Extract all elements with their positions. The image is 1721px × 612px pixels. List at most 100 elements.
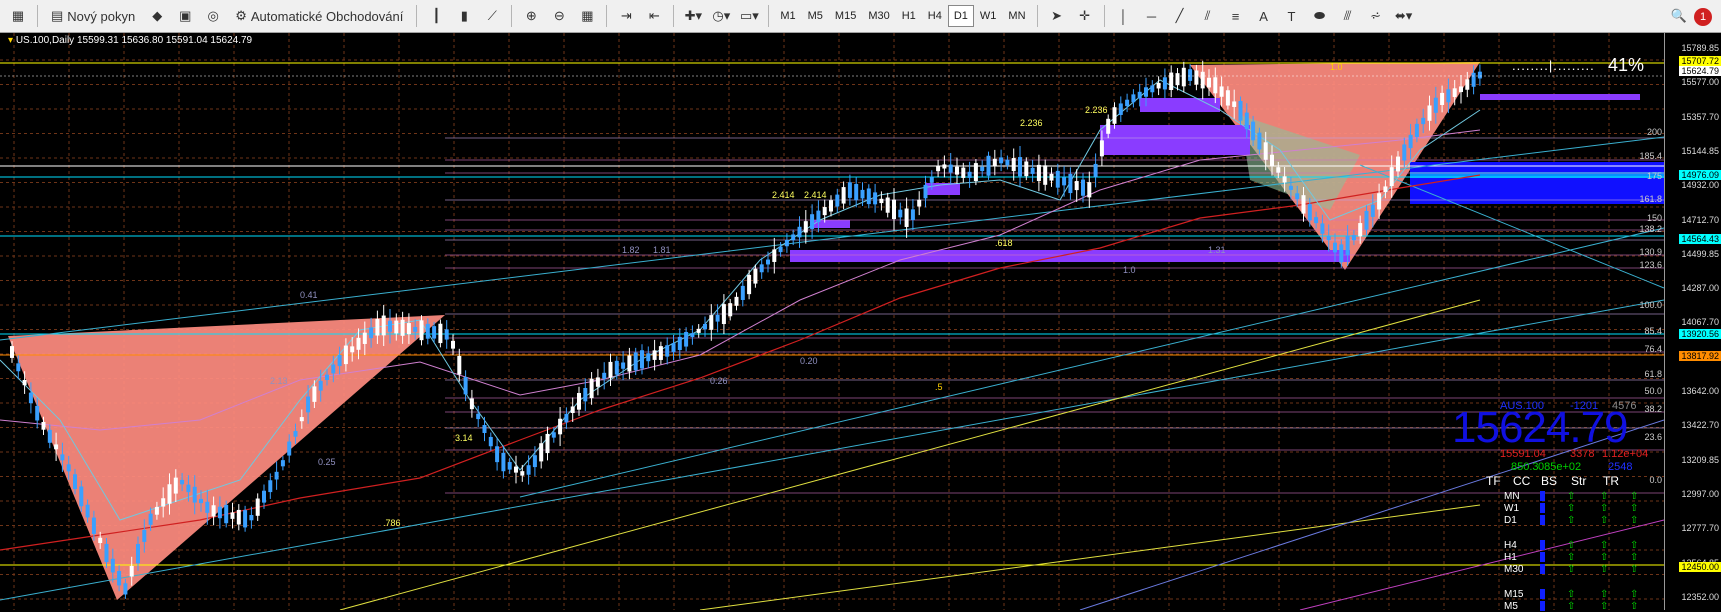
bar-chart-icon[interactable]: ┃ [424,4,448,28]
zoom-in-icon[interactable]: ⊕ [519,4,543,28]
timeframe-h4[interactable]: H4 [922,5,948,27]
pattern-label: 2.236 [1085,105,1108,115]
candle-body [1024,161,1029,177]
up-arrow-icon: ⇧ [1567,552,1576,563]
price-axis[interactable]: 15789.85 15577.00 15357.70 15144.85 14932.00… [1664,33,1721,610]
candle-body [1011,158,1016,172]
timeframe-m30[interactable]: M30 [862,5,895,27]
candle-body [507,462,512,470]
candle-body [318,380,323,391]
candle-body [1043,165,1048,185]
header-cc: CC [1513,474,1531,488]
timeframe-w1[interactable]: W1 [974,5,1003,27]
tile-windows-icon[interactable]: ▦ [575,4,599,28]
price-label: 14932.00 [1681,180,1719,191]
cursor-icon[interactable]: ➤ [1045,4,1069,28]
candle-body [438,323,443,344]
periods-icon[interactable]: ◷▾ [709,4,733,28]
timeframe-m1[interactable]: M1 [774,5,801,27]
price-label: 12777.70 [1681,523,1719,534]
line-chart-icon[interactable]: ⟋ [480,4,504,28]
bs-signal-square [1540,491,1545,501]
autoscroll-icon[interactable]: ⇥ [614,4,638,28]
templates-icon[interactable]: ▭▾ [737,4,761,28]
autotrading-button[interactable]: ⚙ Automatické Obchodování [229,4,409,28]
pattern-label: 1.81 [653,245,671,255]
indicators-icon[interactable]: ✚▾ [681,4,705,28]
candle-body [873,192,878,205]
candle-body [633,352,638,371]
ellipse-icon[interactable]: ⬬ [1308,4,1332,28]
candle-body [621,362,626,369]
candle-body [1339,244,1344,263]
candle-body [10,346,14,358]
candle-body [381,315,386,336]
trendline-icon[interactable]: ╱ [1168,4,1192,28]
pattern-label: 1.0 [1123,265,1136,275]
text-icon[interactable]: A [1252,4,1276,28]
new-chart-icon[interactable]: ▦ [6,4,30,28]
candle-body [1446,89,1451,103]
price-label: 14499.85 [1681,248,1719,259]
arrows-icon[interactable]: ⬌▾ [1392,4,1416,28]
pattern-label: .618 [995,238,1013,248]
vertical-line-icon[interactable]: │ [1112,4,1136,28]
candle-body [312,386,317,402]
timeframe-h1[interactable]: H1 [896,5,922,27]
candle-body [1207,77,1211,88]
candle-body [866,188,871,205]
metaeditor-icon[interactable]: ◆ [145,4,169,28]
timeframe-d1[interactable]: D1 [947,5,974,27]
fib-expansion-icon[interactable]: ⩫ [1364,4,1388,28]
candle-body [803,221,808,233]
text-label-icon[interactable]: T [1280,4,1304,28]
chart-shift-icon[interactable]: ⇤ [642,4,666,28]
fib-fan-icon[interactable]: ⫻ [1336,4,1360,28]
notifications-button[interactable]: 1 [1694,4,1719,28]
timeframe-mn[interactable]: MN [1002,5,1031,27]
candle-body [217,506,222,519]
horizontal-line-icon[interactable]: ─ [1140,4,1164,28]
fib-level-label: 38.2 [1644,404,1662,414]
up-arrow-icon: ⇧ [1567,601,1576,612]
candle-body [1257,132,1262,150]
candle-body [1314,217,1319,224]
percent-label: 41% [1608,55,1645,75]
crosshair-icon[interactable]: ✛ [1073,4,1097,28]
channel-icon[interactable]: ⫽ [1196,4,1220,28]
signals-icon[interactable]: ◎ [201,4,225,28]
candle-body [942,164,947,169]
purple-zone [1480,94,1640,100]
panel-timeframe-label: W1 [1504,503,1519,514]
purple-zone [1100,125,1250,155]
separator [768,5,770,27]
candle-body [835,194,840,207]
candle-body [249,515,254,521]
up-arrow-icon: ⇧ [1567,564,1576,575]
price-chart[interactable] [0,33,1721,610]
fibonacci-icon[interactable]: ≡ [1224,4,1248,28]
strategy-tester-icon[interactable]: ▣ [173,4,197,28]
candle-body [1131,94,1136,103]
price-box: 15707.72 [1679,56,1721,66]
timeframe-m5[interactable]: M5 [802,5,829,27]
separator [1036,5,1038,27]
new-order-button[interactable]: ▤ Nový pokyn [45,4,141,28]
candle-body [129,565,134,577]
candlestick-icon[interactable]: ▮ [452,4,476,28]
candle-body [104,543,109,563]
separator [37,5,38,27]
candle-body [173,477,178,494]
candle-body [136,543,140,564]
candle-body [406,323,411,335]
zoom-out-icon[interactable]: ⊖ [547,4,571,28]
search-icon[interactable]: 🔍 [1667,4,1691,28]
candle-body [1477,71,1482,79]
candle-body [350,346,355,353]
candle-body [331,364,336,374]
timeframe-m15[interactable]: M15 [829,5,862,27]
candle-body [671,343,676,353]
candle-body [35,405,40,421]
candle-body [1244,112,1249,130]
candle-body [967,171,972,178]
